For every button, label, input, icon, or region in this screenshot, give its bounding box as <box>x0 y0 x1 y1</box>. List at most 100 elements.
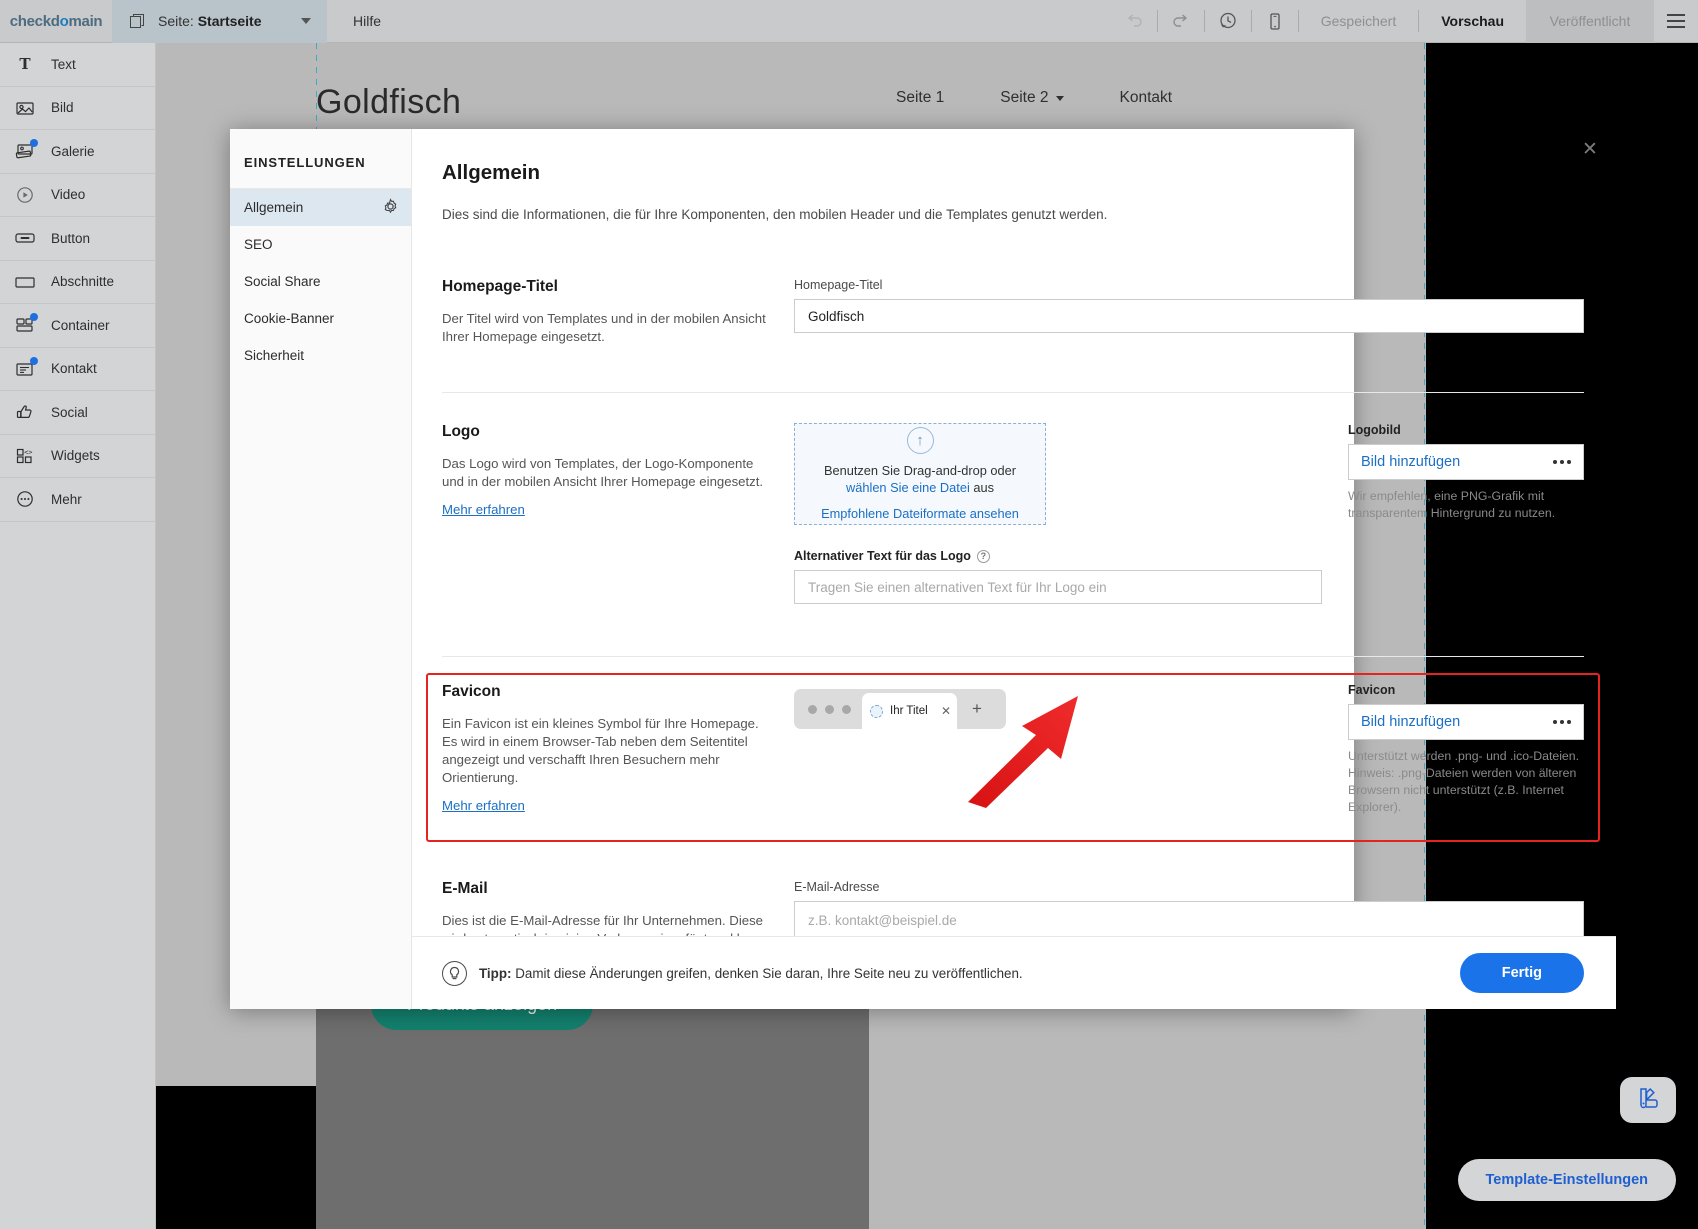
undo-icon[interactable] <box>1111 0 1157 43</box>
field-label: Favicon <box>1348 683 1584 697</box>
nav-item-kontakt[interactable]: Kontakt <box>1120 89 1173 107</box>
settings-scroll-area: Allgemein Dies sind die Informationen, d… <box>412 129 1616 936</box>
sidebar-item-button[interactable]: Button <box>0 217 155 261</box>
sidebar-label: Galerie <box>51 144 95 159</box>
logo-alt-field: Alternativer Text für das Logo ? Tragen … <box>794 549 1322 604</box>
close-icon: ✕ <box>941 704 951 718</box>
sidebar-label: Mehr <box>51 492 82 507</box>
redo-icon[interactable] <box>1158 0 1204 43</box>
help-circle-icon[interactable]: ? <box>977 550 990 563</box>
nav-label: Social Share <box>244 274 321 289</box>
contact-icon <box>14 358 36 380</box>
more-icon <box>14 488 36 510</box>
new-badge-dot <box>30 313 38 321</box>
section-left: Favicon Ein Favicon ist ein kleines Symb… <box>442 683 794 816</box>
section-heading: E-Mail <box>442 880 768 898</box>
history-clock-icon[interactable] <box>1205 0 1251 43</box>
sidebar-label: Video <box>51 187 85 202</box>
picker-label: Bild hinzufügen <box>1361 714 1460 730</box>
gallery-icon <box>14 140 36 162</box>
logo-dropzone[interactable]: ↑ Benutzen Sie Drag-and-drop oder wählen… <box>794 423 1046 525</box>
tip-lightbulb-icon <box>442 961 467 986</box>
section-right: Logobild Bild hinzufügen Wir empfehlen, … <box>1322 423 1584 604</box>
sidebar-item-social[interactable]: Social <box>0 391 155 435</box>
logo-image-picker[interactable]: Bild hinzufügen <box>1348 444 1584 480</box>
sidebar-item-bild[interactable]: Bild <box>0 87 155 131</box>
favicon-more-link[interactable]: Mehr erfahren <box>442 798 525 813</box>
page-subtitle: Dies sind die Informationen, die für Ihr… <box>442 207 1584 222</box>
nav-label: Cookie-Banner <box>244 311 334 326</box>
thumbs-up-icon <box>14 401 36 423</box>
file-formats-link[interactable]: Empfohlene Dateiformate ansehen <box>821 506 1019 521</box>
section-heading: Logo <box>442 423 768 441</box>
modal-nav-social-share[interactable]: Social Share <box>230 263 411 300</box>
saved-status: Gespeichert <box>1299 13 1418 29</box>
brand-logo[interactable]: checkdomain <box>0 0 112 43</box>
section-field: Homepage-Titel Goldfisch <box>794 278 1584 346</box>
template-palette-button[interactable] <box>1620 1077 1676 1123</box>
button-icon <box>14 227 36 249</box>
section-field: ↑ Benutzen Sie Drag-and-drop oder wählen… <box>794 423 1322 604</box>
sidebar-item-container[interactable]: Container <box>0 304 155 348</box>
sidebar-item-mehr[interactable]: Mehr <box>0 478 155 522</box>
dropzone-text-1: Benutzen Sie Drag-and-drop oder <box>824 463 1016 478</box>
section-field: Ihr Titel ✕ + <box>794 683 1322 816</box>
page-selector[interactable]: Seite: Startseite <box>112 0 327 43</box>
widgets-icon: <> <box>14 445 36 467</box>
tip-prefix: Tipp: <box>479 966 511 981</box>
more-options-icon[interactable] <box>1553 720 1571 724</box>
choose-file-link[interactable]: wählen Sie eine Datei <box>846 480 970 495</box>
email-input[interactable]: z.B. kontakt@beispiel.de <box>794 901 1584 936</box>
nav-item-seite-1[interactable]: Seite 1 <box>896 89 944 107</box>
chevron-down-icon <box>1056 96 1064 101</box>
sidebar-item-video[interactable]: Video <box>0 174 155 218</box>
logo-more-link[interactable]: Mehr erfahren <box>442 502 525 517</box>
section-heading: Favicon <box>442 683 768 701</box>
sidebar-item-galerie[interactable]: Galerie <box>0 130 155 174</box>
brand-label: checkdomain <box>10 13 103 30</box>
sidebar-item-kontakt[interactable]: Kontakt <box>0 348 155 392</box>
new-tab-plus-icon: + <box>962 689 992 729</box>
sidebar-label: Container <box>51 318 110 333</box>
gear-icon <box>382 198 399 218</box>
section-homepage-title: Homepage-Titel Der Titel wird von Templa… <box>442 222 1584 346</box>
done-button[interactable]: Fertig <box>1460 953 1584 993</box>
nav-item-seite-2[interactable]: Seite 2 <box>1000 89 1063 107</box>
sidebar-item-widgets[interactable]: <> Widgets <box>0 435 155 479</box>
publish-button[interactable]: Veröffentlicht <box>1526 0 1654 43</box>
field-label: Logobild <box>1348 423 1584 437</box>
help-button[interactable]: Hilfe <box>327 13 407 29</box>
modal-nav-cookie-banner[interactable]: Cookie-Banner <box>230 300 411 337</box>
modal-nav-title: EINSTELLUNGEN <box>230 129 411 189</box>
template-settings-button[interactable]: Template-Einstellungen <box>1458 1159 1676 1201</box>
homepage-title-input[interactable]: Goldfisch <box>794 299 1584 333</box>
new-badge-dot <box>30 357 38 365</box>
sidebar-label: Widgets <box>51 448 100 463</box>
palette-icon <box>1636 1086 1660 1115</box>
sidebar-label: Abschnitte <box>51 274 114 289</box>
nav-label: Seite 2 <box>1000 89 1048 107</box>
sidebar-label: Bild <box>51 100 74 115</box>
menu-icon[interactable] <box>1654 0 1698 43</box>
container-icon <box>14 314 36 336</box>
modal-nav-allgemein[interactable]: Allgemein <box>230 189 411 226</box>
sidebar-label: Button <box>51 231 90 246</box>
svg-text:T: T <box>19 55 31 73</box>
picker-label: Bild hinzufügen <box>1361 454 1460 470</box>
sidebar-item-abschnitte[interactable]: Abschnitte <box>0 261 155 305</box>
mobile-preview-icon[interactable] <box>1252 0 1298 43</box>
favicon-image-picker[interactable]: Bild hinzufügen <box>1348 704 1584 740</box>
section-logo: Logo Das Logo wird von Templates, der Lo… <box>442 392 1584 604</box>
preview-button[interactable]: Vorschau <box>1419 13 1526 29</box>
more-options-icon[interactable] <box>1553 460 1571 464</box>
sidebar-item-text[interactable]: T Text <box>0 43 155 87</box>
modal-nav-seo[interactable]: SEO <box>230 226 411 263</box>
video-icon <box>14 184 36 206</box>
section-right: Favicon Bild hinzufügen Unterstützt werd… <box>1322 683 1584 816</box>
mock-tab: Ihr Titel ✕ <box>862 693 957 729</box>
picker-note: Wir empfehlen, eine PNG-Grafik mit trans… <box>1348 488 1584 522</box>
logo-alt-input[interactable]: Tragen Sie einen alternativen Text für I… <box>794 570 1322 604</box>
modal-nav-sicherheit[interactable]: Sicherheit <box>230 337 411 374</box>
dropzone-text-2: aus <box>970 480 994 495</box>
tip-body: Damit diese Änderungen greifen, denken S… <box>511 966 1022 981</box>
